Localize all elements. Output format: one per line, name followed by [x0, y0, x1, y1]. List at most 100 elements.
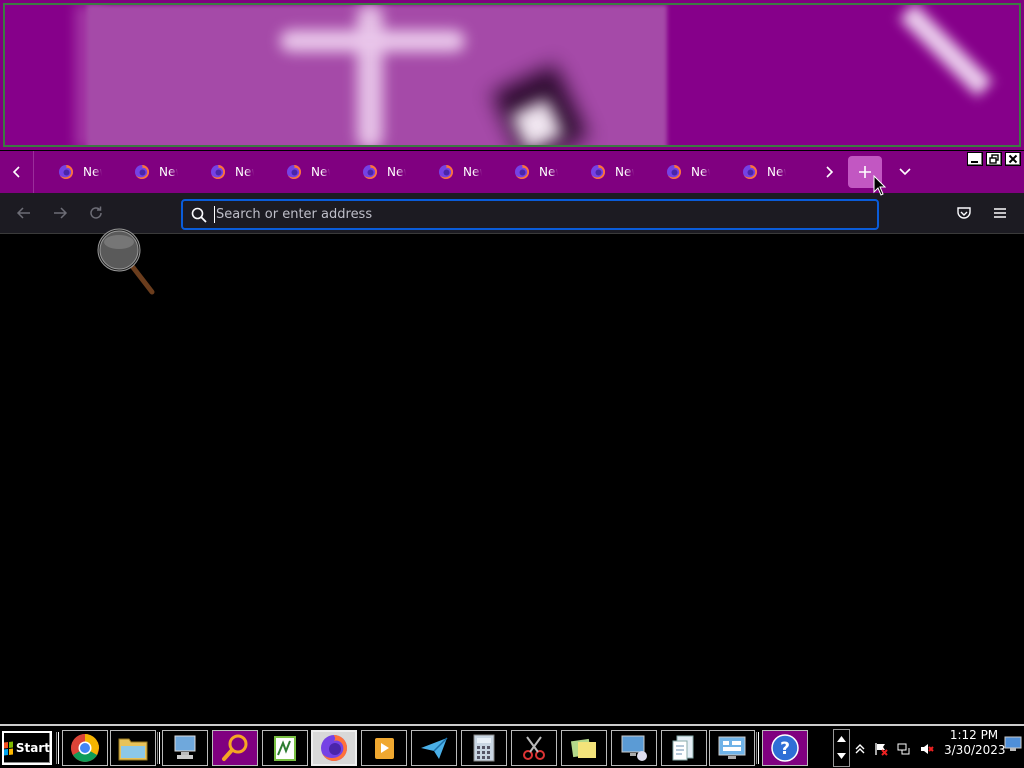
close-icon — [1008, 154, 1018, 164]
scroll-up-button[interactable] — [834, 730, 849, 747]
forward-button[interactable] — [48, 201, 72, 225]
chevron-left-icon — [12, 166, 20, 178]
list-all-tabs-button[interactable] — [890, 151, 920, 193]
document-viewer-icon — [672, 735, 694, 761]
tab-item[interactable]: New Tab — [34, 161, 102, 183]
sticky-notes-task-button[interactable] — [561, 730, 607, 766]
reload-button[interactable] — [84, 201, 108, 225]
firefox-window: New Tab New Tab New Tab New Tab New Tab New T… — [0, 0, 1024, 724]
calculator-task-button[interactable] — [461, 730, 507, 766]
triangle-up-icon — [837, 735, 846, 742]
back-button[interactable] — [12, 201, 36, 225]
address-input[interactable] — [216, 207, 877, 222]
address-bar[interactable] — [181, 199, 879, 230]
tab-item[interactable]: New Tab — [338, 161, 406, 183]
spreadsheet-editor-icon — [274, 736, 296, 761]
magnifier-task-button[interactable] — [212, 730, 258, 766]
taskbar-separator — [756, 732, 759, 764]
action-center-flag-icon[interactable] — [874, 742, 888, 756]
tab-item[interactable]: New Tab — [490, 161, 558, 183]
tab-item[interactable]: New Tab — [414, 161, 482, 183]
magnifier-icon — [97, 228, 155, 295]
tab-label: New Tab — [691, 165, 710, 179]
firefox-icon — [363, 164, 378, 179]
send-task-button[interactable] — [411, 730, 457, 766]
tab-item[interactable]: New Tab — [110, 161, 178, 183]
pocket-button[interactable] — [952, 201, 976, 225]
windows-logo-icon — [4, 741, 13, 755]
remote-desktop-icon — [621, 735, 647, 761]
minimize-icon — [971, 161, 978, 163]
scroll-tabs-left-button[interactable] — [0, 151, 33, 193]
taskbar-separator — [56, 732, 59, 764]
firefox-icon — [667, 164, 682, 179]
forward-arrow-icon — [54, 207, 68, 219]
tab-label: New Tab — [235, 165, 254, 179]
calculator-icon — [473, 734, 495, 762]
tab-item[interactable]: New Tab — [718, 161, 786, 183]
firefox-task-button[interactable] — [311, 730, 357, 766]
help-task-button[interactable]: ? — [762, 730, 808, 766]
restore-button[interactable] — [986, 152, 1002, 166]
clock-time: 1:12 PM — [949, 728, 999, 742]
plus-icon — [859, 166, 871, 178]
send-mail-icon — [421, 737, 448, 759]
tab-item[interactable]: New Tab — [642, 161, 710, 183]
scroll-tabs-right-button[interactable] — [812, 151, 845, 193]
firefox-icon — [439, 164, 454, 179]
tab-label: New Tab — [539, 165, 558, 179]
control-panel-task-button[interactable] — [709, 730, 755, 766]
tab-item[interactable]: New Tab — [186, 161, 254, 183]
document-viewer-task-button[interactable] — [661, 730, 707, 766]
mouse-cursor-icon — [873, 175, 887, 196]
show-hidden-icons-icon[interactable] — [853, 742, 867, 756]
restore-icon — [989, 154, 999, 164]
network-task-button[interactable] — [162, 730, 208, 766]
taskbar: Start ? 1:12 PM 3/30/2023 — [0, 724, 1024, 768]
app-menu-button[interactable] — [988, 201, 1012, 225]
back-arrow-icon — [16, 207, 30, 219]
start-label: Start — [15, 741, 50, 755]
tab-label: New Tab — [159, 165, 178, 179]
chrome-task-button[interactable] — [62, 730, 108, 766]
svg-text:?: ? — [780, 739, 790, 759]
media-player-task-button[interactable] — [361, 730, 407, 766]
network-icon[interactable] — [897, 742, 911, 756]
search-icon — [191, 207, 207, 223]
file-explorer-task-button[interactable] — [110, 730, 156, 766]
title-banner — [0, 0, 1024, 150]
tab-item[interactable]: New Tab — [262, 161, 330, 183]
firefox-icon — [591, 164, 606, 179]
sticky-notes-icon — [570, 738, 596, 758]
chrome-icon — [71, 734, 99, 762]
firefox-icon — [59, 164, 74, 179]
media-player-icon — [375, 738, 394, 759]
firefox-icon — [743, 164, 758, 179]
taskbar-scroll[interactable] — [833, 729, 850, 767]
reload-icon — [90, 206, 102, 219]
snipping-tool-task-button[interactable] — [511, 730, 557, 766]
tab-strip: New Tab New Tab New Tab New Tab New Tab New T… — [33, 151, 813, 193]
triangle-down-icon — [837, 752, 846, 759]
banner-image — [3, 3, 1021, 147]
taskbar-separator — [157, 732, 160, 764]
remote-desktop-task-button[interactable] — [611, 730, 657, 766]
spreadsheet-task-button[interactable] — [262, 730, 308, 766]
system-clock[interactable]: 1:12 PM 3/30/2023 — [944, 728, 1006, 758]
tab-label: New Tab — [767, 165, 786, 179]
show-desktop-icon[interactable] — [1004, 736, 1022, 752]
volume-muted-icon[interactable] — [920, 742, 934, 756]
tab-label: New Tab — [387, 165, 406, 179]
firefox-icon — [515, 164, 530, 179]
scroll-down-button[interactable] — [834, 747, 849, 764]
tab-item[interactable]: New Tab — [566, 161, 634, 183]
folder-icon — [118, 738, 148, 761]
start-button[interactable]: Start — [2, 731, 52, 765]
tab-label: New Tab — [311, 165, 330, 179]
minimize-button[interactable] — [967, 152, 983, 166]
firefox-icon — [135, 164, 150, 179]
close-button[interactable] — [1005, 152, 1021, 166]
snipping-tool-icon — [523, 736, 545, 760]
firefox-icon — [321, 735, 347, 761]
chevron-down-icon — [899, 168, 911, 176]
